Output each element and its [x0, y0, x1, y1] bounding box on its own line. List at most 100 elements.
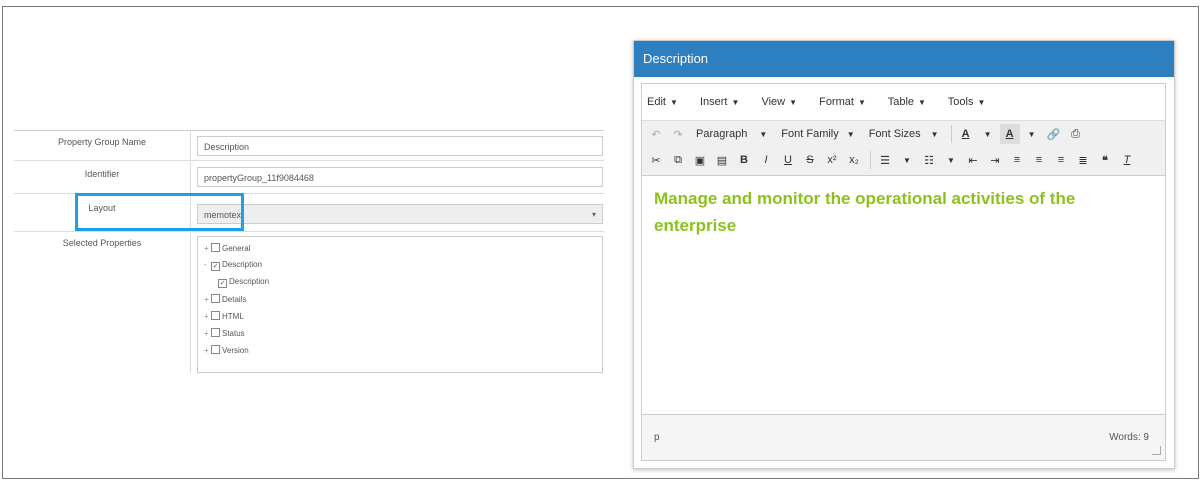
- description-panel: Description Edit ▼ Insert ▼ View ▼ Format ▼ …: [633, 40, 1175, 469]
- indent-icon[interactable]: ⇥: [985, 150, 1005, 170]
- bold-icon[interactable]: B: [734, 150, 754, 170]
- caret-down-icon: ▼: [977, 98, 986, 107]
- selected-properties-label: Selected Properties: [62, 238, 142, 248]
- menu-label: Format: [819, 96, 854, 108]
- menu-tools[interactable]: Tools ▼: [948, 96, 986, 108]
- align-center-icon[interactable]: ≡: [1029, 150, 1049, 170]
- outdent-icon[interactable]: ⇤: [963, 150, 983, 170]
- bullet-list-icon[interactable]: ☰: [875, 150, 895, 170]
- checkbox[interactable]: [211, 345, 220, 354]
- tree-node-label: Details: [222, 295, 247, 304]
- layout-select[interactable]: memotext ▾: [197, 204, 603, 224]
- copy-icon[interactable]: ⧉: [668, 150, 688, 170]
- menu-format[interactable]: Format ▼: [819, 96, 866, 108]
- subscript-icon[interactable]: x₂: [844, 150, 864, 170]
- tree-node-label: General: [222, 244, 251, 253]
- panel-title: Description: [634, 41, 1174, 77]
- property-group-name-input[interactable]: Description: [197, 136, 603, 156]
- undo-icon[interactable]: ↶: [646, 124, 666, 144]
- tree-node-html[interactable]: + HTML: [204, 311, 244, 321]
- properties-tree: + General - ✓ Description ✓ Description + Det…: [197, 236, 603, 373]
- block-format-dropdown[interactable]: Paragraph ▼: [690, 124, 773, 144]
- underline-icon[interactable]: U: [778, 150, 798, 170]
- caret-down-icon[interactable]: ▼: [978, 124, 998, 144]
- align-justify-icon[interactable]: ≣: [1073, 150, 1093, 170]
- expand-icon[interactable]: +: [204, 329, 211, 338]
- caret-down-icon[interactable]: ▼: [1022, 124, 1042, 144]
- identifier-input[interactable]: propertyGroup_11f9084468: [197, 167, 603, 187]
- checkbox[interactable]: [211, 294, 220, 303]
- paste-text-icon[interactable]: ▤: [712, 150, 732, 170]
- print-icon[interactable]: ⎙: [1066, 124, 1086, 144]
- menu-label: Edit: [647, 96, 666, 108]
- expand-icon[interactable]: +: [204, 312, 211, 321]
- tree-node-version[interactable]: + Version: [204, 345, 249, 355]
- caret-down-icon: ▼: [731, 98, 740, 107]
- cut-icon[interactable]: ✂: [646, 150, 666, 170]
- text-color-button[interactable]: A: [956, 124, 976, 144]
- caret-down-icon: ▼: [789, 98, 798, 107]
- background-color-button[interactable]: A: [999, 124, 1020, 144]
- italic-icon[interactable]: I: [756, 150, 776, 170]
- resize-handle-icon[interactable]: [1152, 446, 1161, 455]
- editor-statusbar: p Words: 9: [642, 414, 1165, 460]
- menu-label: Tools: [947, 96, 974, 108]
- superscript-icon[interactable]: x²: [822, 150, 842, 170]
- layout-highlight-box: [75, 193, 244, 231]
- checkbox[interactable]: [211, 311, 220, 320]
- caret-down-icon[interactable]: ▼: [941, 150, 961, 170]
- tree-node-general[interactable]: + General: [204, 243, 250, 253]
- menu-insert[interactable]: Insert ▼: [700, 96, 739, 108]
- strikethrough-icon[interactable]: S: [800, 150, 820, 170]
- caret-down-icon: ▼: [669, 98, 678, 107]
- menu-edit[interactable]: Edit ▼: [647, 96, 678, 108]
- caret-down-icon[interactable]: ▼: [897, 150, 917, 170]
- menu-table[interactable]: Table ▼: [888, 96, 926, 108]
- checkbox-checked[interactable]: ✓: [218, 279, 227, 288]
- rich-text-editor: Edit ▼ Insert ▼ View ▼ Format ▼ Table ▼ Tools…: [641, 83, 1166, 461]
- expand-icon[interactable]: +: [204, 244, 211, 253]
- font-sizes-dropdown[interactable]: Font Sizes ▼: [863, 124, 945, 144]
- caret-down-icon: ▼: [930, 129, 939, 139]
- column-divider: [190, 231, 191, 373]
- tree-node-details[interactable]: + Details: [204, 294, 246, 304]
- menu-label: Insert: [699, 96, 728, 108]
- expand-icon[interactable]: +: [204, 295, 211, 304]
- editor-content[interactable]: Manage and monitor the operational activ…: [642, 175, 1165, 413]
- expand-icon[interactable]: +: [204, 346, 211, 355]
- toolbar-row-1: ↶ ↷ Paragraph ▼ Font Family ▼ Font Sizes ▼ …: [646, 121, 1165, 147]
- word-count: Words: 9: [1109, 432, 1149, 443]
- caret-down-icon: ▼: [918, 98, 926, 107]
- editor-toolbar: ↶ ↷ Paragraph ▼ Font Family ▼ Font Sizes ▼ …: [642, 121, 1165, 176]
- element-path[interactable]: p: [654, 415, 660, 461]
- column-divider: [190, 131, 191, 160]
- tree-node-description-child[interactable]: ✓ Description: [218, 277, 269, 288]
- checkbox[interactable]: [211, 243, 220, 252]
- checkbox-checked[interactable]: ✓: [211, 262, 220, 271]
- tree-node-description[interactable]: - ✓ Description: [204, 260, 262, 271]
- tree-node-status[interactable]: + Status: [204, 328, 245, 338]
- dropdown-label: Font Sizes: [868, 128, 921, 140]
- link-icon[interactable]: 🔗: [1044, 124, 1064, 144]
- paste-icon[interactable]: ▣: [690, 150, 710, 170]
- chevron-down-icon: ▾: [591, 210, 596, 219]
- clear-formatting-icon[interactable]: T: [1117, 150, 1137, 170]
- tree-node-label: HTML: [222, 312, 244, 321]
- align-right-icon[interactable]: ≡: [1051, 150, 1071, 170]
- blockquote-icon[interactable]: ❝: [1095, 150, 1115, 170]
- menu-label: View: [761, 96, 786, 108]
- toolbar-row-2: ✂ ⧉ ▣ ▤ B I U S x² x₂ ☰ ▼ ☷ ▼ ⇤ ⇥ ≡ ≡ ≡: [646, 147, 1165, 173]
- dropdown-label: Font Family: [781, 128, 839, 140]
- checkbox[interactable]: [211, 328, 220, 337]
- separator: [870, 151, 871, 169]
- numbered-list-icon[interactable]: ☷: [919, 150, 939, 170]
- property-group-name-label: Property Group Name: [57, 137, 147, 147]
- tree-node-label: Description: [229, 277, 270, 286]
- form-row-identifier: Identifier propertyGroup_11f9084468: [14, 160, 604, 194]
- collapse-icon[interactable]: -: [204, 260, 211, 269]
- editor-menubar: Edit ▼ Insert ▼ View ▼ Format ▼ Table ▼ Tools…: [642, 84, 1165, 121]
- align-left-icon[interactable]: ≡: [1007, 150, 1027, 170]
- font-family-dropdown[interactable]: Font Family ▼: [775, 124, 860, 144]
- redo-icon[interactable]: ↷: [668, 124, 688, 144]
- menu-view[interactable]: View ▼: [761, 96, 797, 108]
